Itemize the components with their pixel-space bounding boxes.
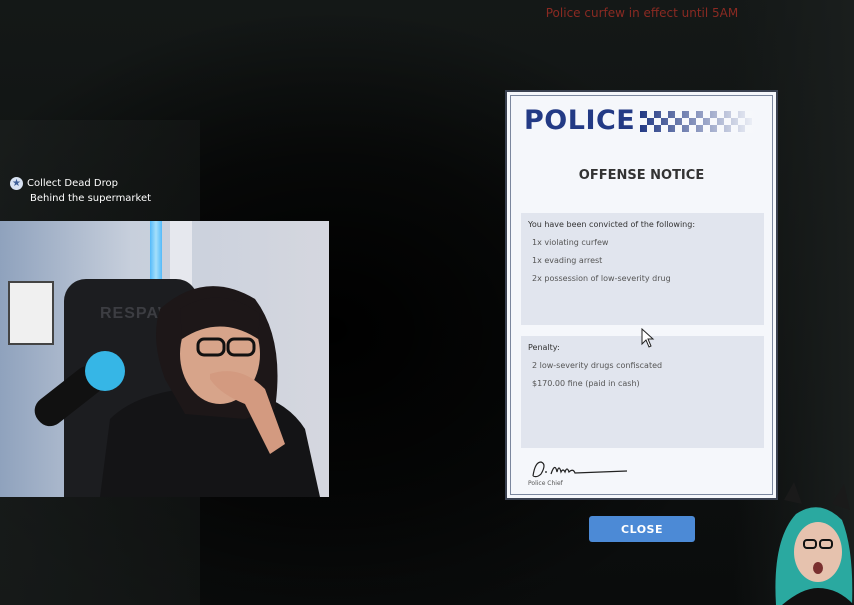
wall-poster bbox=[8, 281, 54, 345]
signature-image bbox=[532, 461, 628, 478]
checkered-band-icon bbox=[640, 111, 758, 133]
conviction-item: 2x possession of low-severity drug bbox=[532, 274, 671, 283]
penalty-item: 2 low-severity drugs confiscated bbox=[532, 361, 663, 370]
mouse-cursor-icon bbox=[641, 328, 655, 348]
streamer-avatar-icon bbox=[775, 482, 854, 605]
conviction-item: 1x evading arrest bbox=[532, 256, 603, 265]
streamer-webcam: RESPAW bbox=[0, 221, 329, 497]
notice-heading: OFFENSE NOTICE bbox=[578, 168, 705, 183]
police-logo-text: POLICE bbox=[524, 105, 636, 136]
objective-tracker: ★ Collect Dead Drop Behind the supermarke… bbox=[10, 176, 151, 206]
objective-title: Collect Dead Drop bbox=[27, 178, 118, 189]
microphone bbox=[85, 351, 125, 391]
close-button[interactable]: CLOSE bbox=[589, 516, 695, 542]
signature-label: Police Chief bbox=[528, 480, 563, 487]
convictions-box: You have been convicted of the following… bbox=[521, 213, 764, 325]
convictions-title: You have been convicted of the following… bbox=[528, 220, 696, 229]
objective-subtitle: Behind the supermarket bbox=[30, 193, 152, 204]
offense-notice-dialog: POLICE OFFENSE NOTICE You have been conv… bbox=[505, 90, 778, 500]
penalty-item: $170.00 fine (paid in cash) bbox=[532, 379, 640, 388]
star-icon: ★ bbox=[10, 176, 23, 190]
curfew-status-text: Police curfew in effect until 5AM bbox=[545, 6, 739, 20]
penalty-box: Penalty: 2 low-severity drugs confiscate… bbox=[521, 336, 764, 448]
conviction-item: 1x violating curfew bbox=[532, 238, 609, 247]
penalty-title: Penalty: bbox=[528, 343, 560, 352]
